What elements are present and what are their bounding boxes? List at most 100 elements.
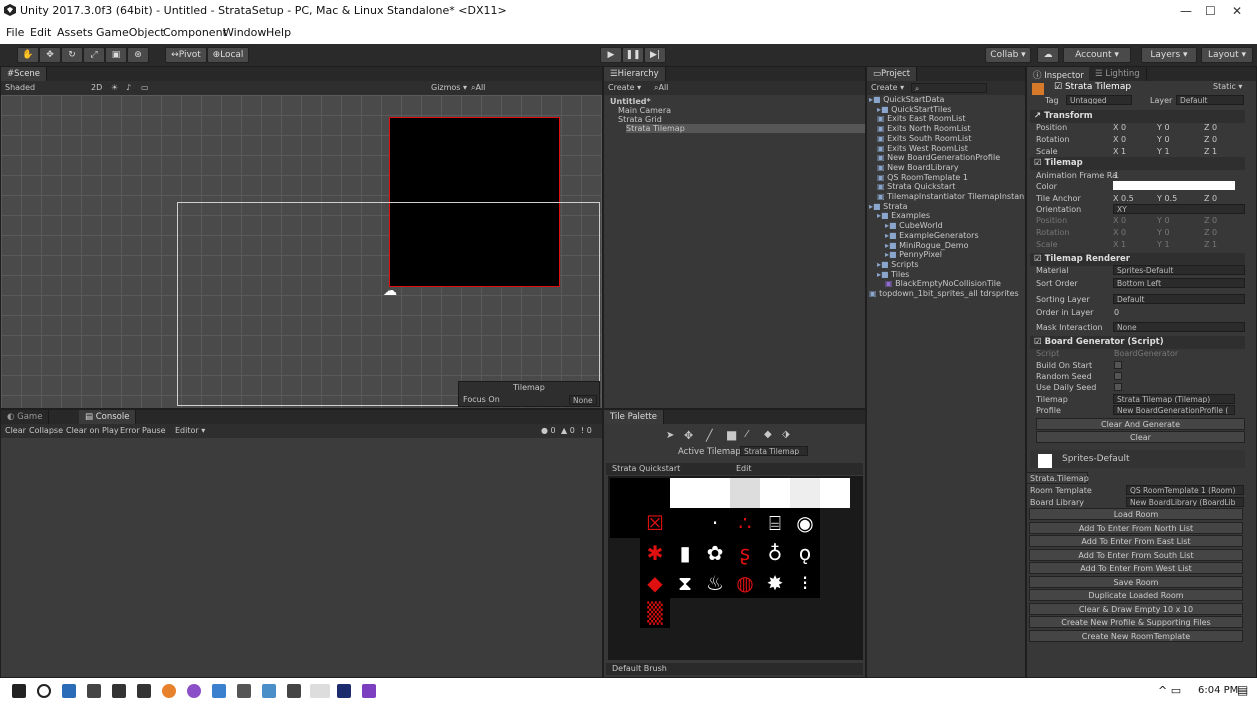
palette-tile[interactable]: ▒ [640, 598, 670, 628]
minimize-button[interactable]: — [1180, 4, 1192, 18]
project-item[interactable]: ▸■ Examples [877, 211, 1025, 220]
room-template-field[interactable]: QS RoomTemplate 1 (Room) [1126, 485, 1244, 495]
palette-tile[interactable] [820, 478, 850, 508]
project-item[interactable]: ▣ New BoardGenerationProfile [877, 153, 1025, 162]
focus-on-dropdown[interactable]: None [569, 395, 597, 405]
play-button[interactable]: ▶ [600, 47, 622, 63]
fill-icon[interactable]: ⬗ [782, 429, 790, 440]
eraser-icon[interactable]: ◆ [764, 429, 772, 440]
project-item[interactable]: ▣ Strata Quickstart [877, 182, 1025, 191]
active-tilemap-dropdown[interactable]: Strata Tilemap [740, 446, 808, 456]
tab-lighting[interactable]: ☰ Lighting [1089, 67, 1147, 81]
mask-interaction-dropdown[interactable]: None [1113, 322, 1245, 332]
z-field[interactable]: Z 0 [1204, 123, 1217, 132]
console-error-pause-button[interactable]: Error Pause [120, 426, 166, 435]
project-item[interactable]: ▸■ MiniRogue_Demo [885, 241, 1025, 250]
lighting-toggle-icon[interactable]: ☀ [111, 83, 118, 92]
tray-arrow-icon[interactable]: ^ ▭ [1158, 684, 1181, 697]
x-field[interactable]: X 0 [1113, 228, 1126, 237]
move-tool-icon[interactable]: ✥ [684, 429, 693, 442]
tile-anchor-z[interactable]: Z 0 [1204, 194, 1217, 203]
strata-action-button[interactable]: Save Room [1029, 575, 1243, 588]
palette-tile[interactable]: ⁝ [790, 568, 820, 598]
tab-console[interactable]: ▤ Console [79, 410, 137, 424]
strata-action-button[interactable]: Clear & Draw Empty 10 x 10 [1029, 602, 1243, 615]
mail-icon[interactable] [137, 684, 151, 698]
project-create-dropdown[interactable]: Create ▾ [871, 83, 904, 92]
palette-tile[interactable]: ⌸ [760, 508, 790, 538]
y-field[interactable]: Y 0 [1157, 135, 1170, 144]
menu-edit[interactable]: Edit [30, 26, 51, 39]
project-item[interactable]: ▣ TilemapInstantiator TilemapInstan [877, 192, 1025, 201]
project-item[interactable]: ▸■ CubeWorld [885, 221, 1025, 230]
x-field[interactable]: X 1 [1113, 147, 1126, 156]
strata-action-button[interactable]: Add To Enter From West List [1029, 562, 1243, 574]
console-editor-dropdown[interactable]: Editor ▾ [175, 426, 205, 435]
project-item[interactable]: ▣ BlackEmptyNoCollisionTile [885, 279, 1025, 288]
x-field[interactable]: X 0 [1113, 123, 1126, 132]
hierarchy-create-dropdown[interactable]: Create ▾ [608, 83, 641, 92]
palette-tile[interactable]: ☒ [640, 508, 670, 538]
picker-icon[interactable]: ⁄ [746, 429, 748, 440]
use-daily-seed-checkbox[interactable] [1114, 383, 1122, 391]
console-clear-button[interactable]: Clear [5, 426, 26, 435]
palette-tile[interactable]: ✿ [700, 538, 730, 568]
rect-tool-icon[interactable]: ▣ [105, 47, 127, 63]
box-fill-icon[interactable]: ■ [726, 428, 737, 442]
animation-frame-rate-field[interactable]: 1 [1114, 171, 1119, 180]
menu-file[interactable]: File [6, 26, 24, 39]
board-tilemap-field[interactable]: Strata Tilemap (Tilemap) [1113, 394, 1235, 404]
camera-gizmo-icon[interactable]: ☁ [383, 283, 397, 299]
image-editor-icon[interactable] [237, 684, 251, 698]
scale-tool-icon[interactable]: ⤢ [83, 47, 105, 63]
orientation-dropdown[interactable]: XY [1113, 204, 1245, 214]
palette-tile[interactable] [610, 508, 640, 538]
hierarchy-item[interactable]: Untitled* [610, 97, 865, 106]
z-field[interactable]: Z 1 [1204, 240, 1217, 249]
gizmos-dropdown[interactable]: Gizmos ▾ [431, 83, 467, 92]
x-field[interactable]: X 0 [1113, 216, 1126, 225]
palette-tile[interactable]: · [700, 508, 730, 538]
strata-action-button[interactable]: Add To Enter From North List [1029, 521, 1243, 534]
transform-tool-icon[interactable]: ⊛ [127, 47, 149, 63]
hand-tool-icon[interactable]: ✋ [17, 47, 39, 63]
y-field[interactable]: Y 0 [1157, 123, 1170, 132]
transform-header[interactable]: ↗ Transform [1030, 110, 1245, 123]
mode-2d-toggle[interactable]: 2D [91, 83, 102, 92]
palette-tile[interactable]: ◉ [790, 508, 820, 538]
tab-game[interactable]: ◐ Game [1, 410, 50, 424]
palette-grid[interactable]: ☒ · ∴ ⌸ ◉ ✱ ▮ ✿ ʂ ♁ ǫ ◆ ⧗ ♨ ◍ ✸ ⁝ ▒ [608, 476, 863, 660]
z-field[interactable]: Z 1 [1204, 147, 1217, 156]
console-collapse-button[interactable]: Collapse [29, 426, 63, 435]
console-log-area[interactable] [1, 438, 602, 677]
clear-button[interactable]: Clear [1036, 431, 1245, 443]
palette-tile[interactable] [670, 508, 700, 538]
tag-dropdown[interactable]: Untagged [1066, 95, 1132, 105]
log-count-badge[interactable]: ● 0 [541, 426, 556, 435]
clock[interactable]: 6:04 PM [1198, 685, 1238, 696]
close-button[interactable]: ✕ [1232, 4, 1242, 18]
local-toggle[interactable]: ⊕Local [207, 47, 249, 63]
layers-dropdown[interactable]: Layers ▾ [1141, 47, 1197, 63]
x-field[interactable]: X 0 [1113, 135, 1126, 144]
firefox-icon[interactable] [162, 684, 176, 698]
project-item[interactable]: ▸■ Tiles [877, 270, 1025, 279]
y-field[interactable]: Y 1 [1157, 147, 1170, 156]
account-dropdown[interactable]: Account ▾ [1063, 47, 1131, 63]
unity-hub-icon[interactable] [87, 684, 101, 698]
rotate-tool-icon[interactable]: ↻ [61, 47, 83, 63]
z-field[interactable]: Z 0 [1204, 216, 1217, 225]
strata-action-button[interactable]: Create New RoomTemplate [1029, 629, 1243, 642]
strata-tilemap-tab[interactable]: Strata.Tilemap [1026, 472, 1089, 484]
board-generator-header[interactable]: ☑ Board Generator (Script) [1030, 336, 1245, 349]
brush-dropdown[interactable]: Default Brush [612, 664, 667, 673]
palette-tile[interactable]: ◍ [730, 568, 760, 598]
effects-toggle-icon[interactable]: ▭ [141, 83, 149, 92]
palette-tile[interactable]: ⧗ [670, 568, 700, 598]
console-clear-on-play-button[interactable]: Clear on Play [66, 426, 119, 435]
palette-tile[interactable] [610, 478, 640, 508]
menu-window[interactable]: Window [223, 26, 266, 39]
palette-tile[interactable]: ▮ [670, 538, 700, 568]
sprites-default-preview[interactable]: Sprites-Default [1030, 450, 1245, 468]
menu-component[interactable]: Component [163, 26, 227, 39]
